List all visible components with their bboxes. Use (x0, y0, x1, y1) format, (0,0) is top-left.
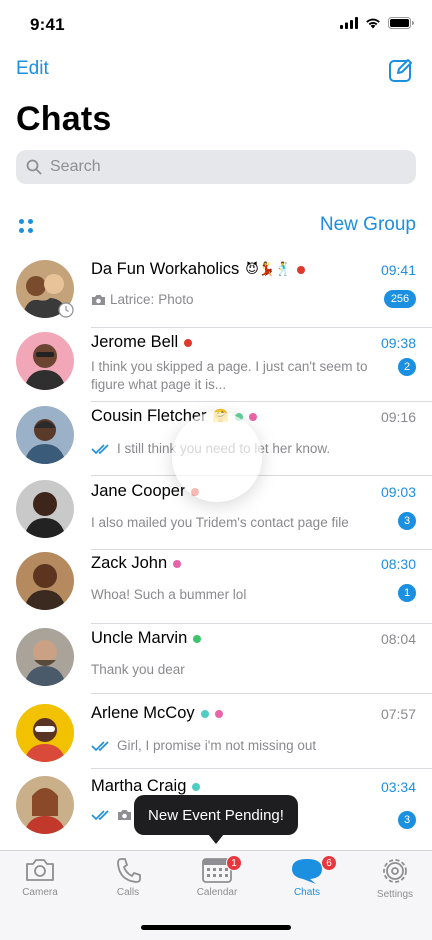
chat-name: Jerome Bell (91, 333, 193, 352)
status-dot (297, 265, 306, 274)
chat-preview: I also mailed you Tridem's contact page … (91, 515, 349, 530)
status-icons (340, 17, 414, 29)
chat-time: 09:16 (380, 409, 416, 425)
emoji: 😈💃🕺 (245, 262, 292, 277)
page-title: Chats (16, 100, 112, 138)
status-bar: 9:41 (0, 0, 432, 50)
chat-bubbles-icon (292, 859, 322, 884)
chat-preview: Girl, I promise i'm not missing out (91, 737, 381, 755)
chat-time: 08:04 (380, 631, 416, 647)
chat-time: 09:03 (380, 484, 416, 500)
chat-time: 09:41 (380, 262, 416, 278)
chat-preview: Whoa! Such a bummer lol (91, 587, 247, 602)
chat-preview: Latrice: Photo (91, 291, 381, 309)
chat-time: 09:38 (380, 335, 416, 351)
status-dot (193, 634, 202, 643)
status-dot (173, 559, 182, 568)
chat-name-text: Jane Cooper (91, 482, 186, 500)
tab-label: Camera (22, 887, 58, 898)
new-event-tooltip[interactable]: New Event Pending! (134, 795, 298, 835)
search-icon (26, 159, 42, 175)
tab-calendar[interactable]: Calendar 1 (177, 855, 257, 898)
chat-time: 08:30 (380, 556, 416, 572)
search-input[interactable] (50, 158, 390, 176)
tab-badge: 1 (226, 855, 242, 871)
preview-sender: Latrice: (110, 292, 155, 307)
clock-icon (58, 302, 74, 318)
tab-label: Settings (376, 889, 414, 900)
chat-name-text: Martha Craig (91, 777, 187, 795)
touch-indicator (172, 412, 262, 502)
chat-name-text: Zack John (91, 554, 168, 572)
home-indicator (141, 925, 291, 930)
status-dot (184, 338, 193, 347)
unread-badge: 3 (398, 512, 416, 530)
chat-name: Zack John (91, 554, 182, 573)
camera-icon (118, 810, 131, 820)
chat-time: 03:34 (380, 779, 416, 795)
double-check-icon (91, 810, 109, 821)
unread-badge: 3 (398, 811, 416, 829)
chat-row[interactable]: Arlene McCoy 07:57 Girl, I promise i'm n… (0, 694, 432, 768)
tooltip-arrow (208, 834, 224, 844)
avatar (16, 628, 74, 686)
chat-name-text: Arlene McCoy (91, 704, 195, 722)
compose-icon[interactable] (388, 57, 414, 83)
chat-time: 07:57 (380, 706, 416, 722)
status-dot (192, 782, 201, 791)
tab-label: Calendar (196, 887, 238, 898)
status-dot (248, 412, 257, 421)
tab-calls[interactable]: Calls (88, 857, 168, 898)
wifi-icon (366, 18, 380, 29)
tab-badge: 6 (321, 855, 337, 871)
edit-button[interactable]: Edit (16, 58, 49, 80)
chat-name: Arlene McCoy (91, 704, 223, 723)
preview-text: Photo (158, 292, 194, 307)
chat-row[interactable]: Da Fun Workaholics 😈💃🕺 09:41 Latrice: Ph… (0, 254, 432, 328)
status-time: 9:41 (30, 15, 65, 34)
chat-row[interactable]: Zack John 08:30 Whoa! Such a bummer lol … (0, 550, 432, 624)
status-dot (214, 709, 223, 718)
avatar (16, 552, 74, 610)
unread-badge: 1 (398, 584, 416, 602)
new-group-button[interactable]: New Group (320, 214, 416, 236)
tab-label: Chats (293, 887, 321, 898)
camera-icon (92, 295, 105, 305)
tab-bar: Camera Calls Calendar 1 Chats 6 Settings (0, 850, 432, 940)
chat-row[interactable]: Uncle Marvin 08:04 Thank you dear (0, 624, 432, 698)
gear-icon (383, 859, 407, 883)
double-check-icon (91, 741, 109, 752)
chat-preview: Thank you dear (91, 662, 185, 677)
preview-text: Girl, I promise i'm not missing out (117, 738, 317, 753)
chat-preview: I think you skipped a page. I just can't… (91, 359, 368, 392)
cellular-signal-icon (340, 17, 358, 29)
tab-chats[interactable]: Chats 6 (267, 855, 347, 898)
status-dot (200, 709, 209, 718)
tab-label: Calls (116, 887, 140, 898)
phone-icon (117, 858, 141, 883)
avatar (16, 480, 74, 538)
avatar (16, 776, 74, 834)
grid-icon[interactable] (18, 218, 34, 234)
search-bar[interactable] (16, 150, 416, 184)
unread-badge: 256 (384, 290, 416, 308)
avatar (16, 332, 74, 390)
chat-name-text: Da Fun Workaholics (91, 260, 240, 278)
chat-name: Uncle Marvin (91, 629, 202, 648)
chat-name-text: Uncle Marvin (91, 629, 188, 647)
camera-icon (26, 859, 54, 881)
unread-badge: 2 (398, 358, 416, 376)
chat-name-text: Jerome Bell (91, 333, 179, 351)
tab-settings[interactable]: Settings (355, 857, 432, 900)
avatar (16, 704, 74, 762)
tab-camera[interactable]: Camera (0, 857, 80, 898)
battery-icon (388, 17, 414, 29)
chat-name: Martha Craig (91, 777, 201, 796)
chat-name: Da Fun Workaholics 😈💃🕺 (91, 260, 306, 279)
double-check-icon (91, 444, 109, 455)
chat-row[interactable]: Jerome Bell 09:38 I think you skipped a … (0, 328, 432, 402)
avatar (16, 406, 74, 464)
